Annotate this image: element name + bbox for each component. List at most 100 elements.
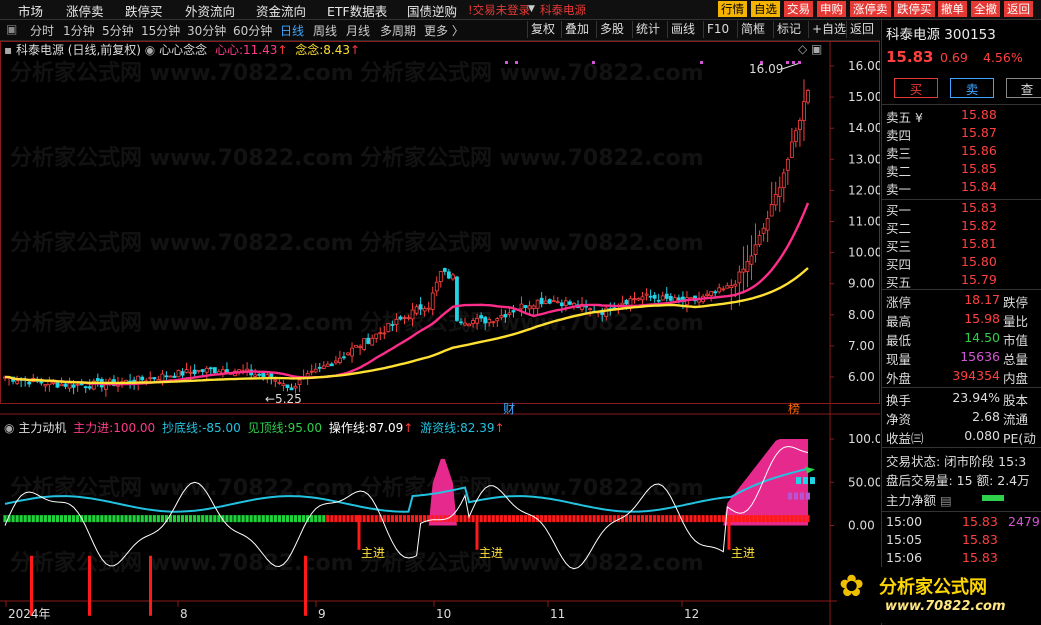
signal-block: [410, 515, 415, 523]
cancel-all-button[interactable]: 全撤: [971, 1, 1000, 17]
tab-weekly[interactable]: 周线: [313, 22, 337, 39]
dropdown-icon[interactable]: ▼: [528, 4, 535, 14]
candle-body: [406, 317, 411, 320]
signal-block: [128, 515, 132, 523]
menu-limit-up-sell[interactable]: 涨停卖: [66, 1, 104, 20]
tab-monthly[interactable]: 月线: [346, 22, 370, 39]
ask-level-label: 卖三: [886, 146, 912, 161]
tab-15min[interactable]: 15分钟: [141, 22, 180, 39]
menu-etf-table[interactable]: ETF数据表: [327, 1, 387, 20]
tab-30min[interactable]: 30分钟: [187, 22, 226, 39]
quote-button[interactable]: 行情: [718, 1, 747, 17]
menu-foreign-flow[interactable]: 外资流向: [185, 1, 235, 20]
tab-intraday[interactable]: 分时: [30, 22, 54, 39]
signal-block: [608, 515, 612, 523]
buy-button[interactable]: 买: [894, 78, 938, 98]
stats-button[interactable]: 统计: [632, 21, 663, 38]
up-arrow-icon: ↑: [350, 43, 361, 57]
simple-frame-button[interactable]: 简框: [737, 21, 768, 38]
limit-down-buy-button[interactable]: 跌停买: [894, 1, 935, 17]
table-icon[interactable]: ▤: [940, 493, 952, 508]
candle-body: [273, 379, 278, 382]
bid-level-price[interactable]: 15.80: [961, 254, 997, 269]
bid-level-price[interactable]: 15.81: [961, 236, 997, 251]
indicator-block: [794, 492, 798, 500]
tab-more[interactable]: 更多 〉: [424, 22, 464, 39]
back-button[interactable]: 返回: [846, 21, 877, 38]
panel-price: 15.83: [886, 48, 934, 66]
candle-body: [471, 320, 475, 325]
tick-volume: 2479: [1008, 514, 1040, 529]
ask-level-price[interactable]: 15.84: [961, 179, 997, 194]
bid-level-price[interactable]: 15.83: [961, 200, 997, 215]
chart-menu-icon[interactable]: ▪: [4, 43, 12, 57]
login-notice[interactable]: !交易未登录: [468, 2, 530, 18]
ipo-button[interactable]: 申购: [817, 1, 846, 17]
ask-level-price[interactable]: 15.85: [961, 161, 997, 176]
sell-button[interactable]: 卖: [950, 78, 994, 98]
back-button-top[interactable]: 返回: [1004, 1, 1033, 17]
ask-level-price[interactable]: 15.87: [961, 125, 997, 140]
signal-block: [406, 515, 411, 523]
signal-block: [362, 515, 366, 523]
menu-repo[interactable]: 国债逆购: [407, 1, 457, 20]
mark-button[interactable]: 标记: [773, 21, 804, 38]
f10-button[interactable]: F10: [703, 21, 732, 38]
signal-block: [31, 515, 35, 523]
signal-block: [302, 515, 306, 523]
high-marker-line: [781, 62, 801, 70]
tab-60min[interactable]: 60分钟: [233, 22, 272, 39]
overlay-button[interactable]: 叠加: [561, 21, 592, 38]
stat-label-2: 市值: [1003, 333, 1029, 348]
stat-value: 15636: [960, 349, 1000, 364]
candle-body: [551, 300, 556, 303]
draw-button[interactable]: 画线: [667, 21, 698, 38]
candle-body: [261, 372, 266, 378]
adjust-button[interactable]: 复权: [527, 21, 558, 38]
signal-block: [27, 515, 31, 523]
signal-block: [112, 515, 116, 523]
tick-price: 15.83: [962, 532, 998, 547]
signal-block: [665, 515, 669, 523]
limit-up-sell-button[interactable]: 涨停卖: [850, 1, 891, 17]
indicator-menu-icon[interactable]: ◉: [145, 43, 155, 57]
signal-block: [35, 515, 39, 523]
bid-level-price[interactable]: 15.79: [961, 272, 997, 287]
net-flow-bar: [982, 495, 1004, 501]
ask-level-price[interactable]: 15.88: [961, 107, 997, 122]
signal-block: [3, 515, 7, 523]
sub-indicator-name[interactable]: 主力动机: [18, 421, 66, 435]
menu-limit-down-buy[interactable]: 跌停买: [125, 1, 163, 20]
tab-multi-period[interactable]: 多周期: [380, 22, 416, 39]
signal-block: [84, 515, 88, 523]
cancel-button[interactable]: 撤单: [938, 1, 967, 17]
tab-5min[interactable]: 5分钟: [102, 22, 134, 39]
candle-body: [289, 387, 294, 391]
signal-block: [253, 515, 257, 523]
bid-level-price[interactable]: 15.82: [961, 218, 997, 233]
candle-body: [640, 296, 645, 301]
query-button[interactable]: 查: [1006, 78, 1041, 98]
menu-capital-flow[interactable]: 资金流向: [256, 1, 306, 20]
grid-icon[interactable]: ▣: [6, 22, 17, 36]
add-watchlist-button[interactable]: +自选: [808, 21, 849, 38]
signal-block: [511, 515, 516, 523]
menu-market[interactable]: 市场: [18, 1, 43, 20]
candle-body: [588, 308, 593, 311]
watchlist-button[interactable]: 自选: [751, 1, 780, 17]
trade-button[interactable]: 交易: [784, 1, 813, 17]
signal-block: [180, 515, 185, 523]
signal-block: [661, 515, 665, 523]
panel-stock-name: 科泰电源 300153: [886, 27, 996, 43]
sub-indicator-menu-icon[interactable]: ◉: [4, 421, 14, 435]
candle-body: [370, 337, 375, 346]
chart-corner-icons[interactable]: ◇ ▣: [798, 42, 822, 56]
signal-block: [120, 515, 124, 523]
tick-time: 15:06: [886, 550, 923, 565]
kline-chart[interactable]: 16.00 15.00 14.00 13.00 12.00 11.00 10.00 9.00 8…: [0, 41, 880, 625]
tab-1min[interactable]: 1分钟: [63, 22, 95, 39]
tab-daily[interactable]: 日线: [280, 22, 304, 39]
ask-level-price[interactable]: 15.86: [961, 143, 997, 158]
indicator-name[interactable]: 心心念念: [159, 43, 207, 57]
multi-stock-button[interactable]: 多股: [596, 21, 627, 38]
